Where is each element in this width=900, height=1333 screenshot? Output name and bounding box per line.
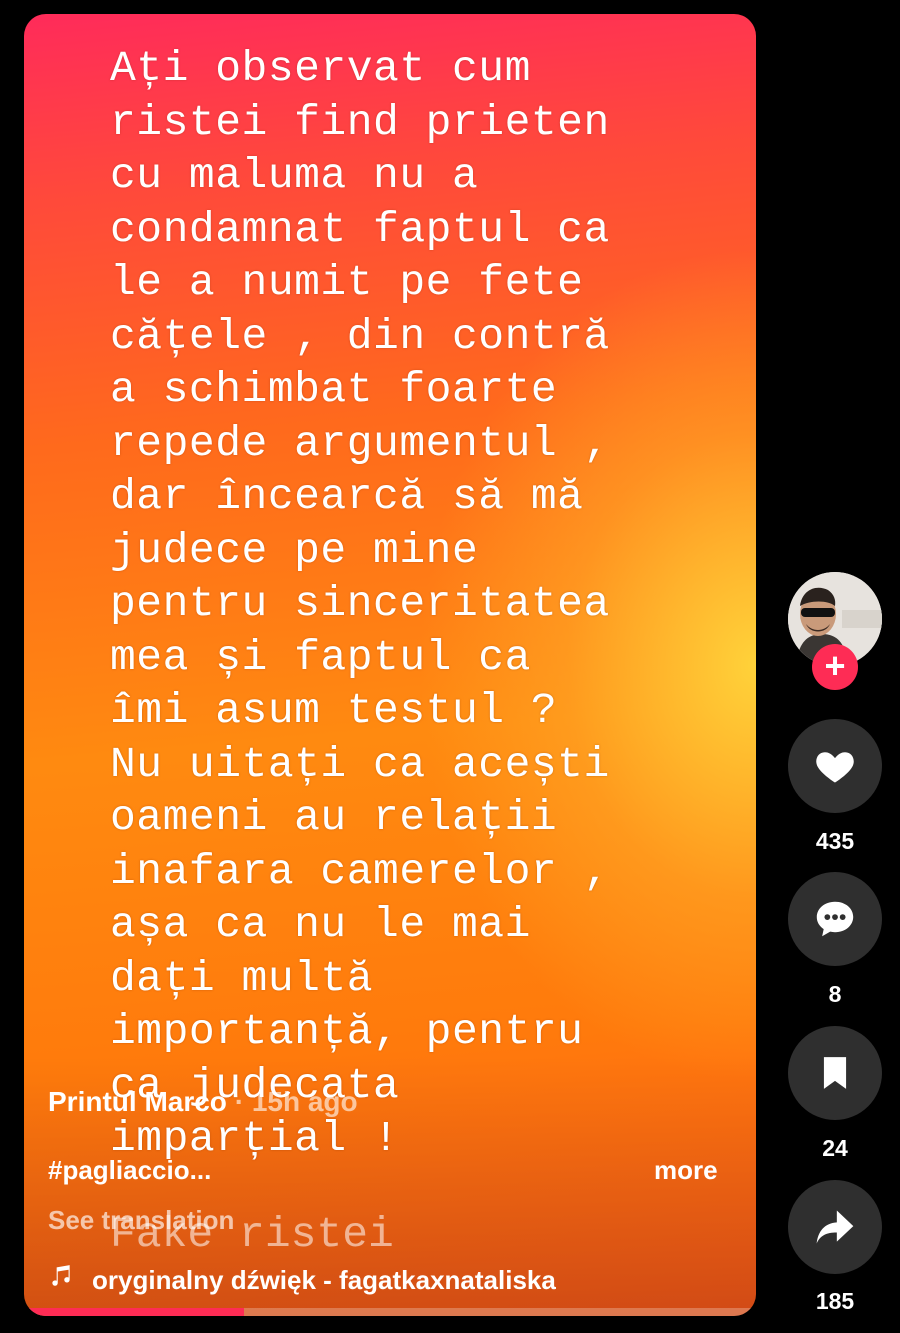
overlay-line: repede argumentul , (110, 418, 610, 468)
overlay-line: a schimbat foarte (110, 365, 558, 414)
see-translation-link[interactable]: See translation (48, 1205, 234, 1236)
overlay-line: condamnat faptul ca (110, 204, 610, 254)
share-button[interactable] (788, 1180, 882, 1274)
overlay-line: le a numit pe fete (110, 258, 584, 307)
sound-link[interactable]: oryginalny dźwięk - fagatkaxnataliska (48, 1263, 556, 1296)
overlay-line: așa ca nu le mai (110, 900, 531, 949)
overlay-line: judece pe mine (110, 525, 479, 575)
overlay-line: cu maluma nu a (110, 151, 479, 200)
save-count: 24 (822, 1135, 848, 1161)
share-icon (816, 1210, 854, 1244)
overlay-line: oameni au relații (110, 793, 558, 842)
overlay-line: Ați observat cum (110, 44, 531, 93)
comment-button[interactable] (788, 872, 882, 966)
caption-hashtag[interactable]: #pagliaccio... (48, 1155, 211, 1186)
overlay-line: îmi asum testul ? (110, 686, 558, 735)
overlay-line: dați multă (110, 953, 374, 1003)
comment-count: 8 (828, 981, 842, 1007)
video-overlay-text: Ați observat cum ristei find prieten cu ma… (110, 42, 750, 1166)
author-line: Printul Marco · 15h ago (48, 1086, 358, 1118)
overlay-line: ristei find prieten (110, 97, 610, 147)
overlay-line: dar încearcă să mă (110, 472, 584, 521)
overlay-line: pentru sinceritatea (110, 579, 610, 628)
creator-avatar-wrap: + (788, 572, 882, 690)
overlay-line: importanță, pentru (110, 1007, 584, 1056)
video-player[interactable]: Ați observat cum ristei find prieten cu ma… (24, 14, 756, 1316)
bookmark-icon (823, 1057, 847, 1089)
video-progress-fill (24, 1308, 244, 1316)
like-button[interactable] (788, 719, 882, 813)
sound-name: oryginalny dźwięk - fagatkaxnataliska (92, 1265, 556, 1295)
music-note-icon (48, 1263, 78, 1296)
more-button[interactable]: more (654, 1155, 718, 1186)
save-button[interactable] (788, 1026, 882, 1120)
heart-icon (816, 752, 854, 783)
overlay-line: Nu uitați ca acești (110, 739, 610, 789)
overlay-line: cățele , din contră (110, 311, 610, 361)
share-count: 185 (815, 1288, 855, 1314)
overlay-line: mea și faptul ca (110, 632, 531, 682)
follow-button[interactable]: + (812, 644, 858, 690)
author-separator: · (234, 1086, 245, 1117)
post-time: 15h ago (251, 1086, 358, 1117)
author-name[interactable]: Printul Marco (48, 1086, 227, 1117)
video-progress-bar[interactable] (24, 1308, 756, 1316)
comment-icon (816, 901, 854, 937)
like-count: 435 (815, 828, 855, 854)
overlay-line: inafara camerelor , (110, 846, 610, 896)
